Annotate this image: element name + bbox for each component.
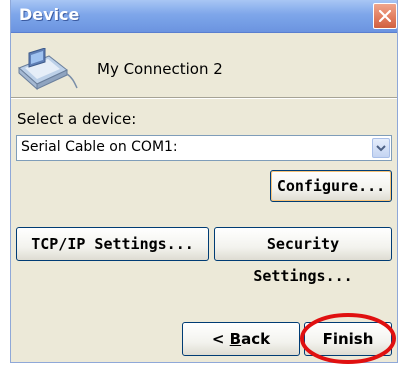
connection-name: My Connection 2 bbox=[97, 60, 223, 78]
back-button-prefix: < bbox=[211, 330, 230, 348]
select-device-label: Select a device: bbox=[17, 110, 137, 128]
security-settings-label: Security Settings... bbox=[253, 235, 353, 285]
separator bbox=[11, 97, 397, 99]
security-settings-button[interactable]: Security Settings... bbox=[214, 227, 392, 285]
configure-button-label: Configure... bbox=[276, 177, 386, 195]
finish-button[interactable]: Finish bbox=[304, 322, 392, 356]
title-bar: Device bbox=[11, 0, 397, 33]
back-button[interactable]: < Back bbox=[182, 322, 300, 356]
finish-button-label: Finish bbox=[322, 330, 374, 348]
computer-connection-icon bbox=[18, 48, 78, 91]
tcpip-settings-label: TCP/IP Settings... bbox=[31, 235, 194, 253]
chevron-down-icon bbox=[376, 145, 386, 152]
device-select[interactable]: Serial Cable on COM1: bbox=[16, 135, 392, 161]
window-title: Device bbox=[19, 5, 80, 24]
close-button[interactable] bbox=[373, 3, 397, 29]
device-select-value: Serial Cable on COM1: bbox=[21, 139, 178, 155]
back-button-mnemonic: B bbox=[229, 330, 242, 348]
tcpip-settings-button[interactable]: TCP/IP Settings... bbox=[16, 227, 209, 261]
device-dialog: Device My Connection 2 Select a device: … bbox=[10, 0, 398, 364]
configure-button[interactable]: Configure... bbox=[270, 170, 392, 202]
dropdown-button[interactable] bbox=[372, 138, 390, 158]
back-button-rest: ack bbox=[241, 330, 271, 348]
close-icon bbox=[379, 10, 391, 22]
